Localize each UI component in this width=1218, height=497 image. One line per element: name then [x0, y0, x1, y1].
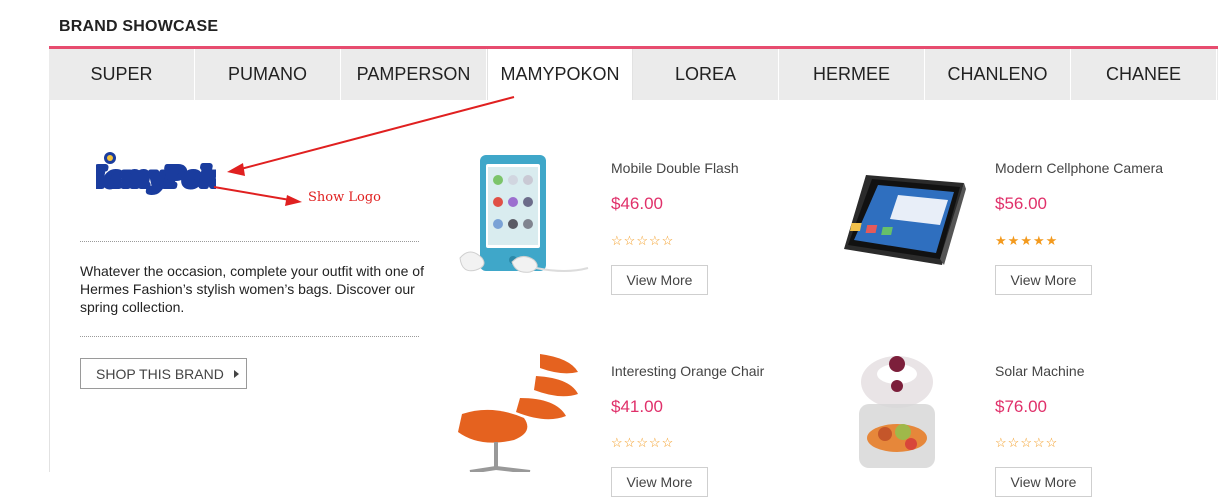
divider-top — [80, 241, 419, 242]
product-price: $76.00 — [995, 397, 1047, 416]
tab-super[interactable]: SUPER — [49, 49, 195, 100]
ipod-nano-image[interactable] — [450, 150, 590, 275]
shop-this-brand-button[interactable]: SHOP THIS BRAND — [80, 358, 247, 389]
star-filled-icon: ★ — [1020, 233, 1033, 248]
star-empty-icon: ☆ — [636, 233, 649, 248]
star-empty-icon: ☆ — [623, 435, 637, 450]
product-price: $41.00 — [611, 397, 663, 416]
product-name[interactable]: Modern Cellphone Camera — [995, 160, 1163, 176]
show-logo-annotation: Show Logo — [308, 190, 381, 205]
product-name[interactable]: Solar Machine — [995, 363, 1085, 379]
rating-stars: ★★★★★ — [995, 233, 1058, 249]
star-empty-icon: ☆ — [1007, 435, 1021, 450]
tab-chanleno[interactable]: CHANLENO — [925, 49, 1071, 100]
tab-pamperson[interactable]: PAMPERSON — [341, 49, 487, 100]
rating-stars: ☆☆☆☆☆ — [995, 435, 1058, 451]
star-empty-icon: ☆ — [661, 233, 675, 248]
view-more-button[interactable]: View More — [995, 265, 1092, 295]
brand-tabs: SUPER PUMANO PAMPERSON MAMYPOKON LOREA H… — [49, 49, 1218, 100]
arrowhead-logo-icon — [227, 163, 245, 176]
star-empty-icon: ☆ — [995, 435, 1008, 450]
star-empty-icon: ☆ — [1032, 435, 1046, 450]
product-name[interactable]: Mobile Double Flash — [611, 160, 739, 176]
brand-logo: MamyPoko MamyPoko — [96, 152, 216, 196]
star-filled-icon: ★ — [1032, 233, 1046, 248]
svg-text:MamyPoko: MamyPoko — [96, 163, 216, 193]
arrowhead-label-icon — [285, 195, 302, 206]
star-empty-icon: ☆ — [636, 435, 649, 450]
orange-chair-image[interactable] — [450, 350, 590, 472]
star-filled-icon: ★ — [995, 233, 1008, 248]
star-empty-icon: ☆ — [1020, 435, 1033, 450]
tab-lorea[interactable]: LOREA — [633, 49, 779, 100]
rating-stars: ☆☆☆☆☆ — [611, 233, 674, 249]
product-price: $56.00 — [995, 194, 1047, 213]
star-empty-icon: ☆ — [661, 435, 675, 450]
view-more-button[interactable]: View More — [611, 265, 708, 295]
star-empty-icon: ☆ — [623, 233, 637, 248]
caret-right-icon — [233, 369, 239, 378]
star-filled-icon: ★ — [1045, 233, 1059, 248]
panel-border — [49, 100, 50, 472]
tablet-image[interactable] — [836, 165, 968, 270]
arrow-logo-to-label — [213, 186, 291, 201]
star-empty-icon: ☆ — [648, 435, 662, 450]
star-filled-icon: ★ — [1007, 233, 1021, 248]
tab-mamypokon[interactable]: MAMYPOKON — [487, 49, 633, 100]
star-empty-icon: ☆ — [611, 233, 624, 248]
star-empty-icon: ☆ — [648, 233, 662, 248]
brand-description: Whatever the occasion, complete your out… — [80, 263, 424, 315]
tab-hermee[interactable]: HERMEE — [779, 49, 925, 100]
star-empty-icon: ☆ — [1045, 435, 1059, 450]
tab-pumano[interactable]: PUMANO — [195, 49, 341, 100]
tab-chanee[interactable]: CHANEE — [1071, 49, 1217, 100]
halogen-oven-image[interactable] — [845, 352, 965, 472]
divider-bottom — [80, 336, 419, 337]
product-price: $46.00 — [611, 194, 663, 213]
shop-button-label: SHOP THIS BRAND — [96, 365, 224, 382]
star-empty-icon: ☆ — [611, 435, 624, 450]
product-name[interactable]: Interesting Orange Chair — [611, 363, 764, 379]
section-title: BRAND SHOWCASE — [59, 18, 219, 35]
rating-stars: ☆☆☆☆☆ — [611, 435, 674, 451]
